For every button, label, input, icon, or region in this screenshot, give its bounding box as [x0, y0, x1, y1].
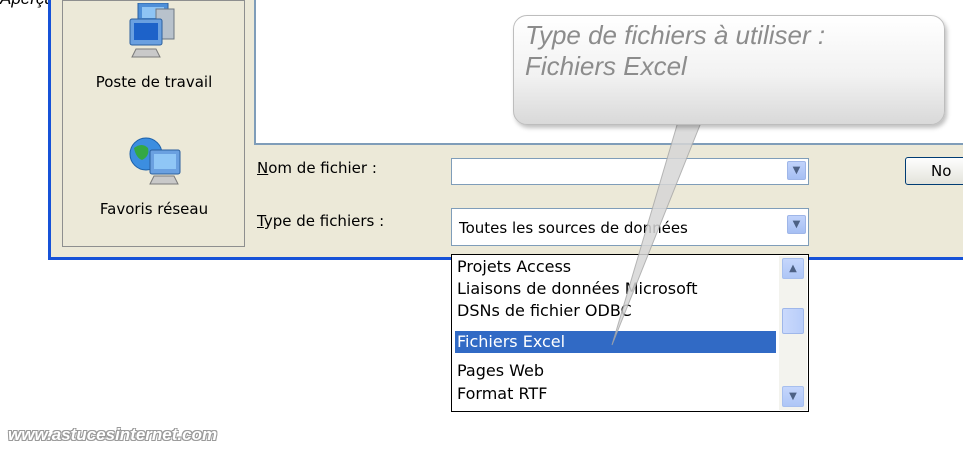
place-network[interactable]: Favoris réseau — [69, 134, 239, 218]
place-label: Poste de travail — [95, 73, 213, 91]
chevron-up-icon: ▲ — [789, 263, 797, 274]
network-icon — [129, 137, 181, 185]
places-bar: Poste de travail Favoris réseau — [62, 0, 245, 247]
callout-pointer — [611, 114, 705, 346]
dropdown-scrollbar[interactable]: ▲ ▼ — [779, 256, 807, 410]
filename-label: Nom de fichier : — [257, 159, 377, 177]
list-item[interactable]: Format RTF — [455, 383, 776, 405]
filename-dropdown-button[interactable]: ▼ — [787, 161, 806, 180]
watermark: www.astucesinternet.com — [8, 425, 218, 444]
chevron-down-icon: ▼ — [789, 391, 797, 402]
scroll-down-button[interactable]: ▼ — [782, 386, 804, 407]
callout-text: Type de fichiers à utiliser : Fichiers E… — [525, 20, 826, 81]
new-button[interactable]: No — [905, 157, 963, 185]
computer-icon — [129, 3, 175, 58]
filetype-label: Type de fichiers : — [257, 212, 385, 230]
chevron-down-icon: ▼ — [792, 165, 801, 176]
scroll-up-button[interactable]: ▲ — [782, 258, 804, 279]
list-item[interactable]: Pages Web — [455, 360, 776, 382]
place-my-computer[interactable]: Poste de travail — [69, 3, 239, 91]
place-label: Favoris réseau — [99, 200, 209, 218]
chevron-down-icon: ▼ — [792, 219, 801, 230]
scroll-thumb[interactable] — [782, 308, 804, 334]
filetype-dropdown-button[interactable]: ▼ — [787, 215, 806, 234]
